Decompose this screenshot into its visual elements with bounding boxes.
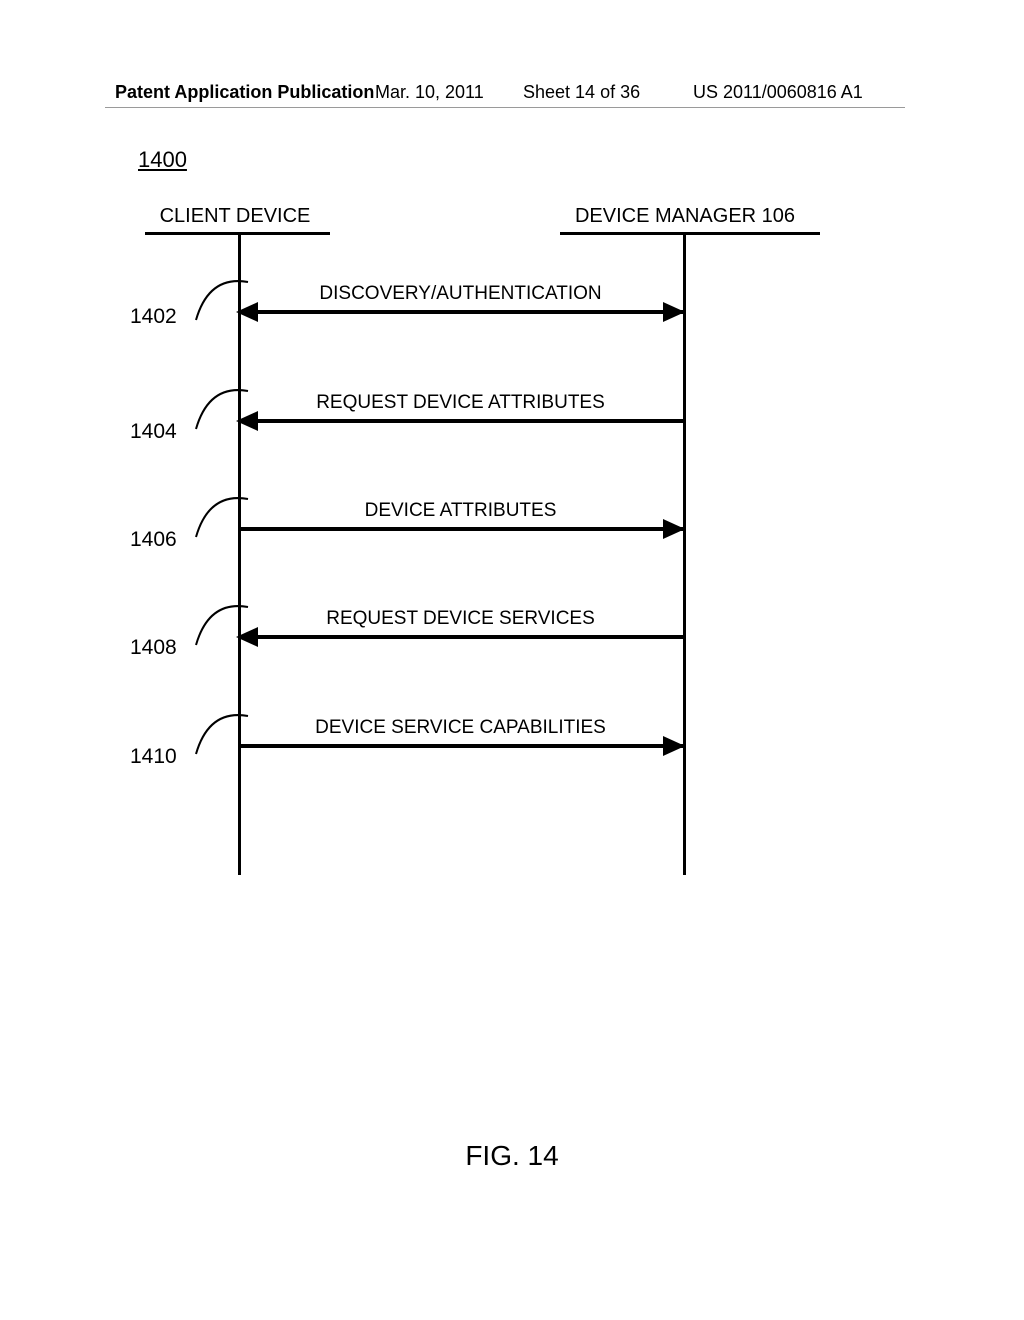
figure-caption: FIG. 14 [0, 1140, 1024, 1172]
participant-device-manager: DEVICE MANAGER 106 [560, 205, 810, 228]
ref-1408: 1408 [130, 636, 177, 660]
page-header: Patent Application Publication Mar. 10, … [115, 82, 924, 103]
message-line [238, 419, 683, 423]
arrow-right-icon [663, 302, 685, 322]
ref-1404: 1404 [130, 420, 177, 444]
document-number: US 2011/0060816 A1 [693, 82, 863, 103]
leader-arc-1406 [194, 487, 250, 539]
leader-arc-1410 [194, 704, 250, 756]
message-label: DISCOVERY/AUTHENTICATION [238, 283, 683, 305]
message-line [238, 635, 683, 639]
message-line [238, 744, 683, 748]
ref-1410: 1410 [130, 745, 177, 769]
arrow-right-icon [663, 736, 685, 756]
participant-right-underline [560, 232, 820, 235]
ref-1402: 1402 [130, 305, 177, 329]
sheet-number: Sheet 14 of 36 [523, 82, 640, 103]
message-label: REQUEST DEVICE ATTRIBUTES [238, 392, 683, 414]
message-line [238, 527, 683, 531]
arrow-right-icon [663, 519, 685, 539]
message-line [238, 310, 683, 314]
leader-arc-1404 [194, 379, 250, 431]
ref-1406: 1406 [130, 528, 177, 552]
message-label: REQUEST DEVICE SERVICES [238, 608, 683, 630]
lifeline-client [238, 235, 241, 875]
figure-number: 1400 [138, 147, 187, 173]
message-label: DEVICE ATTRIBUTES [238, 500, 683, 522]
leader-arc-1402 [194, 270, 250, 322]
message-label: DEVICE SERVICE CAPABILITIES [238, 717, 683, 739]
publication-date: Mar. 10, 2011 [375, 82, 484, 103]
publication-label: Patent Application Publication [115, 82, 374, 103]
participant-client-device: CLIENT DEVICE [150, 205, 320, 228]
header-underline [105, 107, 905, 108]
leader-arc-1408 [194, 595, 250, 647]
lifeline-manager [683, 235, 686, 875]
